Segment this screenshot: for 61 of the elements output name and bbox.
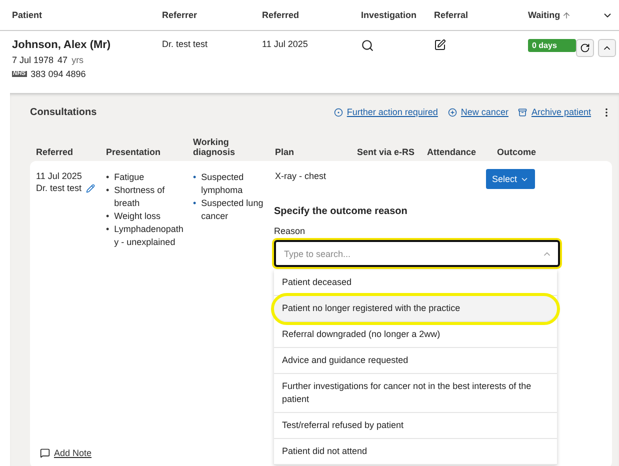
referred-date: 11 Jul 2025 xyxy=(262,39,309,51)
bullet: • xyxy=(106,171,110,184)
search-field[interactable]: Type to search... xyxy=(274,240,560,267)
select-button[interactable]: Select xyxy=(486,169,536,189)
presentation-item: Lymphadenopath y - unexplained xyxy=(114,223,184,249)
referred-date: 11 Jul 2025 xyxy=(36,171,83,181)
diagnosis-item: Suspected lung cancer xyxy=(201,197,264,223)
column-header: Presentation xyxy=(106,147,162,157)
refresh-icon xyxy=(580,43,590,53)
option-item[interactable]: Further investigations for cancer not in the best interests of the patient xyxy=(274,374,557,413)
bullet: • xyxy=(106,184,110,197)
action-link[interactable]: Further action required xyxy=(346,107,438,117)
option-item[interactable]: Patient did not attend xyxy=(274,439,557,465)
patient-name: Johnson, Alex (Mr) xyxy=(12,39,112,51)
bullet: • xyxy=(106,223,110,236)
sort-icon xyxy=(562,10,572,20)
popover-title: Specify the outcome reason xyxy=(274,206,408,217)
plus-circle-icon xyxy=(448,108,457,116)
option-item[interactable]: Patient no longer registered with the practice xyxy=(274,296,557,322)
patient-age: 47 xyxy=(58,55,68,65)
plan: X-ray - chest xyxy=(275,171,328,181)
pencil-icon[interactable] xyxy=(86,184,95,192)
referrer: Dr. test test xyxy=(162,39,209,51)
action-link[interactable]: Archive patient xyxy=(531,107,591,117)
waiting-badge: 0 days xyxy=(528,39,576,52)
edit-icon[interactable] xyxy=(434,39,446,51)
diagnosis-item: Suspected lymphoma xyxy=(201,171,245,197)
referrer: Dr. test test xyxy=(36,183,82,193)
speech-bubble-icon xyxy=(40,448,50,458)
column-header: Attendance xyxy=(427,147,478,157)
option-item[interactable]: Test/referral refused by patient xyxy=(274,413,557,439)
bullet: • xyxy=(193,171,196,184)
presentation-item: Shortness of breath xyxy=(114,184,166,210)
column-header: Plan xyxy=(275,147,296,157)
column-header: Referred xyxy=(262,10,300,20)
search-input[interactable]: Type to search... xyxy=(282,248,542,260)
archive-box-icon xyxy=(518,108,528,116)
presentation-item: Weight loss xyxy=(114,210,161,223)
column-header: Referred xyxy=(36,147,74,157)
date-of-birth: 7 Jul 1978 xyxy=(12,55,54,65)
column-header: Patient xyxy=(12,10,44,20)
column-header: Sent via e-RS xyxy=(357,147,416,157)
option-item[interactable]: Advice and guidance requested xyxy=(274,348,557,374)
column-header: Outcome xyxy=(497,147,538,157)
column-header: Referrer xyxy=(162,10,198,20)
column-header: Investigation xyxy=(361,10,418,20)
circle-icon xyxy=(334,108,343,116)
refresh-button[interactable] xyxy=(576,39,594,57)
column-header: Working diagnosis xyxy=(193,137,236,157)
nhs-number: 383 094 4896 xyxy=(30,69,86,79)
search-icon[interactable] xyxy=(361,39,374,52)
presentation-item: Fatigue xyxy=(114,171,144,184)
bullet: • xyxy=(193,197,196,210)
column-header: Waiting xyxy=(528,10,599,20)
column-header: Referral xyxy=(434,10,470,20)
action-link[interactable]: New cancer xyxy=(460,107,508,117)
bullet: • xyxy=(106,210,110,223)
add-note-link[interactable]: Add Note xyxy=(54,448,92,458)
section-title: Consultations xyxy=(30,106,98,118)
age-unit: yrs xyxy=(72,55,84,65)
field-label: Reason xyxy=(274,226,306,236)
